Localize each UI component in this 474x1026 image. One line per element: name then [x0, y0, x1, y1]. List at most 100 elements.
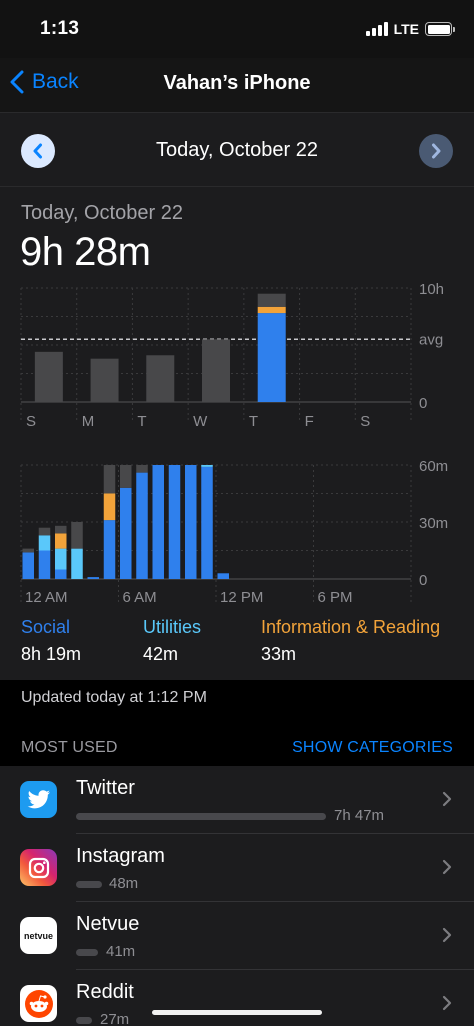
day-bar — [90, 358, 119, 402]
screen-time-page: 1:13 LTE Back Vahan’s iPhone Today, Octo… — [0, 0, 474, 1026]
hour-bar — [71, 548, 83, 579]
day-label: M — [82, 413, 95, 430]
hour-bar — [120, 465, 132, 488]
y-axis-label: 30m — [419, 515, 448, 532]
day-bar — [257, 293, 286, 307]
x-axis-label: 6 AM — [123, 589, 157, 606]
usage-bar — [76, 813, 326, 820]
y-axis-label: avg — [419, 331, 443, 348]
weekly-usage-svg: S M T W T F S 10h avg 0 — [20, 281, 444, 430]
day-label: S — [26, 413, 36, 430]
y-axis-label: 60m — [419, 458, 448, 475]
chevron-right-icon — [442, 927, 452, 943]
hour-bar — [55, 548, 67, 570]
hour-bar — [168, 465, 181, 579]
app-name: Reddit — [76, 981, 134, 1003]
day-label: T — [137, 413, 146, 430]
next-week-button[interactable] — [419, 134, 453, 168]
y-axis-label: 0 — [419, 395, 427, 412]
x-axis-label: 12 AM — [25, 589, 68, 606]
hour-bar — [22, 552, 34, 579]
hour-bar — [38, 550, 51, 579]
hour-bar — [87, 577, 99, 579]
date-selector: Today, October 22 — [0, 112, 474, 187]
chevron-right-icon — [432, 143, 441, 159]
app-row-twitter[interactable]: Twitter 7h 47m — [0, 766, 474, 834]
most-used-app-list: Twitter 7h 47m Instagram 48m netvue Netv… — [0, 766, 474, 1026]
category-value: 8h 19m — [21, 644, 82, 664]
netvue-logo-text: netvue — [23, 930, 53, 941]
day-bar — [34, 351, 63, 402]
hourly-usage-svg: 12 AM 6 AM 12 PM 6 PM 60m 30m 0 — [20, 458, 448, 606]
show-categories-button[interactable]: SHOW CATEGORIES — [292, 739, 453, 757]
hour-bar — [55, 569, 67, 579]
selected-date-label: Today, October 22 — [156, 139, 318, 161]
hour-bar — [152, 465, 164, 579]
category-information-reading: Information & Reading 33m — [261, 617, 440, 665]
x-axis-label: 6 PM — [318, 589, 353, 606]
page-title: Vahan’s iPhone — [163, 72, 311, 94]
battery-icon — [425, 22, 455, 36]
twitter-icon — [20, 781, 57, 818]
app-name: Instagram — [76, 845, 165, 867]
hour-bar — [38, 527, 51, 536]
hour-bar — [55, 533, 67, 549]
day-label: S — [360, 413, 370, 430]
netvue-icon: netvue — [20, 917, 57, 954]
app-name: Twitter — [76, 777, 135, 799]
home-indicator — [152, 1010, 322, 1015]
hour-bar — [71, 522, 83, 549]
hour-bar — [185, 465, 197, 579]
cellular-signal-icon — [365, 22, 388, 36]
hour-bar — [217, 573, 229, 579]
app-row-netvue[interactable]: netvue Netvue 41m — [0, 902, 474, 970]
most-used-header: MOST USED — [21, 739, 118, 756]
category-name: Social — [21, 617, 71, 637]
hour-bar — [103, 520, 116, 579]
day-label: F — [305, 413, 314, 430]
category-value: 33m — [261, 644, 297, 664]
day-bar — [202, 339, 230, 402]
network-type: LTE — [393, 21, 419, 37]
app-duration: 27m — [100, 1011, 130, 1026]
hour-bar — [201, 466, 213, 579]
hour-bar — [22, 548, 34, 553]
chevron-right-icon — [442, 791, 452, 807]
status-bar: 1:13 LTE — [0, 0, 474, 58]
usage-bar — [76, 949, 98, 956]
total-screen-time: 9h 28m — [20, 230, 151, 274]
day-bar — [257, 306, 286, 314]
chevron-right-icon — [442, 995, 452, 1011]
hour-bar — [201, 465, 213, 467]
category-name: Utilities — [143, 617, 202, 637]
usage-bar — [76, 1017, 92, 1024]
y-axis-label: 0 — [419, 572, 427, 589]
day-bar — [257, 313, 286, 402]
app-row-reddit[interactable]: Reddit 27m — [0, 970, 474, 1026]
weekly-usage-chart: S M T W T F S 10h avg 0 — [0, 280, 474, 430]
reddit-icon — [20, 985, 57, 1022]
day-bar — [146, 355, 175, 402]
category-value: 42m — [143, 644, 179, 664]
x-axis-label: 12 PM — [220, 589, 263, 606]
navigation-bar: Back Vahan’s iPhone — [0, 58, 474, 112]
app-duration: 41m — [106, 943, 136, 960]
hour-bar — [136, 472, 148, 579]
hour-bar — [120, 487, 132, 579]
hour-bar — [103, 493, 116, 521]
category-name: Information & Reading — [261, 617, 441, 637]
hour-bar — [38, 535, 51, 551]
hour-bar — [103, 465, 116, 494]
app-row-instagram[interactable]: Instagram 48m — [0, 834, 474, 902]
category-utilities: Utilities 42m — [143, 617, 201, 665]
usage-bar — [76, 881, 102, 888]
y-axis-label: 10h — [419, 281, 444, 298]
summary-date: Today, October 22 — [21, 202, 183, 224]
day-label: W — [193, 413, 208, 430]
hourly-usage-chart: 12 AM 6 AM 12 PM 6 PM 60m 30m 0 — [0, 452, 474, 610]
app-name: Netvue — [76, 913, 140, 935]
category-breakdown: Social 8h 19m Utilities 42m Information … — [0, 617, 474, 673]
hour-bar — [136, 465, 148, 473]
day-label: T — [249, 413, 258, 430]
category-social: Social 8h 19m — [21, 617, 81, 665]
